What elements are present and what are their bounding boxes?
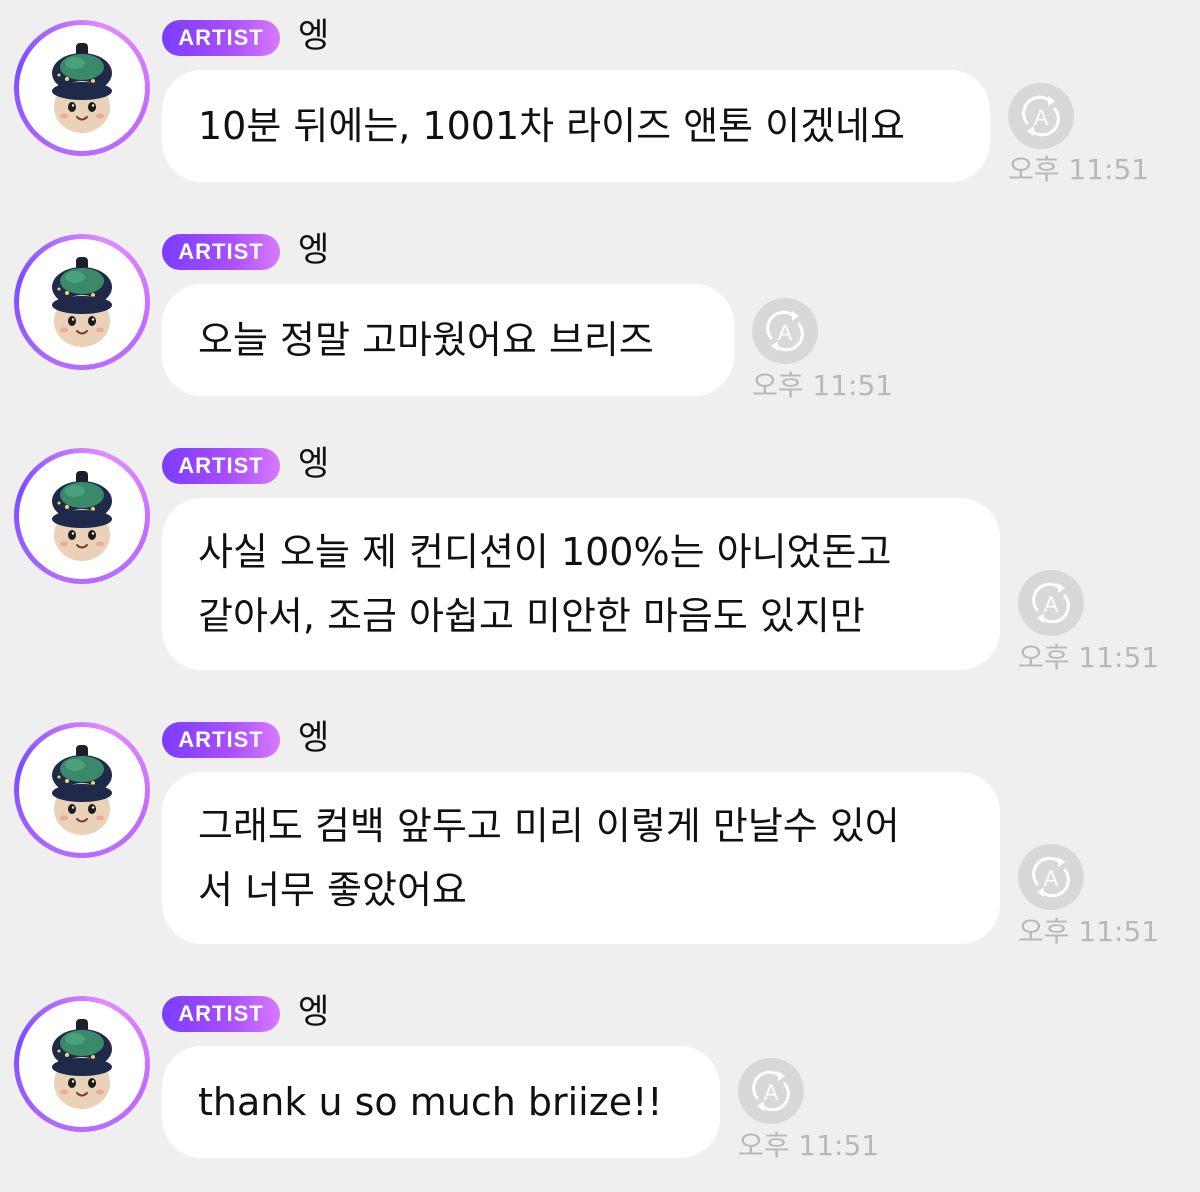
avatar-image bbox=[19, 1001, 145, 1127]
message-text-line: 사실 오늘 제 컨디션이 100%는 아니었돈고 bbox=[198, 530, 892, 574]
message-text-line: 같아서, 조금 아쉽고 미안한 마음도 있지만 bbox=[198, 594, 865, 638]
translate-icon[interactable] bbox=[1018, 844, 1084, 910]
artist-badge: ARTIST bbox=[162, 996, 280, 1032]
plush-avatar-icon bbox=[45, 471, 119, 563]
message-bubble[interactable]: 10분 뒤에는, 1001차 라이즈 앤톤 이겠네요 bbox=[162, 70, 990, 182]
avatar[interactable] bbox=[14, 234, 150, 370]
avatar-image bbox=[19, 25, 145, 151]
avatar[interactable] bbox=[14, 448, 150, 584]
sender-name: 엥 bbox=[298, 16, 330, 56]
message-bubble[interactable]: 그래도 컴백 앞두고 미리 이렇게 만날수 있어 서 너무 좋았어요 bbox=[162, 772, 1000, 944]
translate-icon[interactable] bbox=[752, 298, 818, 364]
plush-avatar-icon bbox=[45, 257, 119, 349]
plush-avatar-icon bbox=[45, 745, 119, 837]
message-time: 오후 11:51 bbox=[1018, 641, 1160, 674]
message-text-line: 서 너무 좋았어요 bbox=[198, 868, 467, 912]
sender-name: 엥 bbox=[298, 444, 330, 484]
artist-badge: ARTIST bbox=[162, 20, 280, 56]
artist-badge: ARTIST bbox=[162, 234, 280, 270]
message-time: 오후 11:51 bbox=[738, 1129, 880, 1162]
message-bubble[interactable]: 오늘 정말 고마웠어요 브리즈 bbox=[162, 284, 734, 396]
sender-name: 엥 bbox=[298, 230, 330, 270]
translate-icon[interactable] bbox=[738, 1058, 804, 1124]
artist-badge: ARTIST bbox=[162, 448, 280, 484]
message-bubble[interactable]: thank u so much briize!! bbox=[162, 1046, 720, 1158]
artist-badge: ARTIST bbox=[162, 722, 280, 758]
plush-avatar-icon bbox=[45, 1019, 119, 1111]
message-time: 오후 11:51 bbox=[752, 369, 894, 402]
message-text: 10분 뒤에는, 1001차 라이즈 앤톤 이겠네요 bbox=[198, 104, 905, 148]
avatar-image bbox=[19, 453, 145, 579]
avatar-image bbox=[19, 727, 145, 853]
message-time: 오후 11:51 bbox=[1018, 915, 1160, 948]
avatar-image bbox=[19, 239, 145, 365]
message-bubble[interactable]: 사실 오늘 제 컨디션이 100%는 아니었돈고 같아서, 조금 아쉽고 미안한… bbox=[162, 498, 1000, 670]
message-time: 오후 11:51 bbox=[1008, 153, 1150, 186]
sender-name: 엥 bbox=[298, 718, 330, 758]
message-text-line: 그래도 컴백 앞두고 미리 이렇게 만날수 있어 bbox=[198, 804, 900, 848]
avatar[interactable] bbox=[14, 722, 150, 858]
translate-icon[interactable] bbox=[1018, 570, 1084, 636]
avatar[interactable] bbox=[14, 996, 150, 1132]
message-text: 오늘 정말 고마웠어요 브리즈 bbox=[198, 318, 654, 362]
translate-icon[interactable] bbox=[1008, 83, 1074, 149]
sender-name: 엥 bbox=[298, 992, 330, 1032]
plush-avatar-icon bbox=[45, 43, 119, 135]
avatar[interactable] bbox=[14, 20, 150, 156]
message-text: thank u so much briize!! bbox=[198, 1080, 663, 1124]
